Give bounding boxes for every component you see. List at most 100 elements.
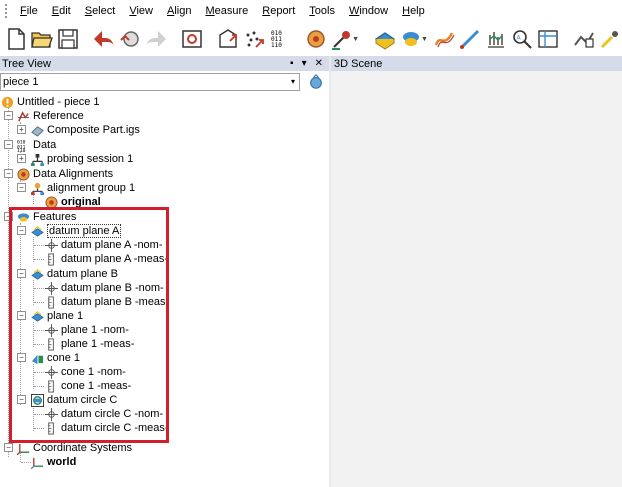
feature-plane-button[interactable]	[373, 25, 397, 53]
tree-reference-label: Reference	[33, 110, 84, 122]
menu-window-mnemonic: W	[348, 5, 360, 17]
menu-edit[interactable]: Edit	[45, 0, 78, 22]
menu-report[interactable]: Report	[255, 0, 302, 22]
probe-button[interactable]	[330, 25, 354, 53]
import-cad-button[interactable]	[216, 25, 240, 53]
menubar-grip	[5, 4, 9, 18]
inspect-button[interactable]: A	[510, 25, 534, 53]
view-probe-button[interactable]	[598, 25, 622, 53]
tree-composite-part[interactable]: Composite Part.igs	[30, 123, 140, 137]
expand-toggle[interactable]: +	[17, 125, 26, 134]
tree-probing-session[interactable]: probing session 1	[30, 152, 133, 166]
menu-view-label: iew	[136, 5, 153, 17]
scene-title: 3D Scene	[334, 57, 383, 70]
screenshot-button[interactable]	[180, 25, 204, 53]
menu-tools[interactable]: Tools	[302, 0, 342, 22]
piece-combobox-value: piece 1	[3, 76, 39, 88]
report-table-button[interactable]	[536, 25, 560, 53]
probing-session-icon	[30, 152, 44, 166]
plane-feature-icon	[374, 32, 396, 50]
collapse-toggle[interactable]: −	[4, 443, 13, 452]
alignment-group-icon	[30, 181, 44, 195]
gauge-button[interactable]	[484, 25, 508, 53]
warning-icon	[0, 95, 14, 109]
tree-view-header: Tree View ▪ ▾ ✕	[0, 56, 329, 71]
features-highlight-box	[9, 207, 169, 443]
probe-icon	[332, 31, 351, 50]
chevron-down-icon[interactable]: ▾	[291, 77, 295, 86]
view-fit-icon	[574, 32, 594, 48]
save-button[interactable]	[56, 25, 80, 53]
menu-window[interactable]: Window	[342, 0, 395, 22]
new-document-button[interactable]	[4, 25, 28, 53]
alignment-button[interactable]	[304, 25, 328, 53]
menu-bar: File Edit Select View Align Measure Repo…	[0, 0, 622, 22]
tree-data-label: Data	[33, 139, 57, 151]
3d-scene-viewport[interactable]	[331, 71, 622, 487]
undo-arrow-icon	[94, 31, 115, 47]
measure-curve-button[interactable]	[432, 25, 456, 53]
gauge-icon	[487, 32, 504, 48]
measure-distance-button[interactable]	[458, 25, 482, 53]
svg-text:110: 110	[17, 148, 26, 152]
reference-icon	[16, 109, 30, 123]
tree-coordinate-systems[interactable]: Coordinate Systems	[16, 441, 132, 455]
tree-data-alignments-label: Data Alignments	[33, 168, 114, 180]
tree-data[interactable]: 010 011 110 Data	[16, 138, 57, 152]
tree-coordinate-systems-label: Coordinate Systems	[33, 442, 133, 454]
feature-set-button[interactable]	[399, 25, 423, 53]
chevron-down-icon[interactable]: ▼	[352, 36, 359, 43]
panel-menu-icon[interactable]: ▾	[302, 58, 307, 69]
tree-world[interactable]: world	[30, 455, 76, 469]
view-fit-button[interactable]	[572, 25, 596, 53]
menu-help[interactable]: Help	[395, 0, 432, 22]
point-cloud-import-icon	[246, 31, 264, 48]
camera-frame-icon	[182, 30, 202, 48]
menu-view[interactable]: View	[122, 0, 160, 22]
floppy-disk-icon	[58, 29, 78, 49]
menu-select[interactable]: Select	[78, 0, 123, 22]
report-table-icon	[538, 30, 558, 48]
collapse-toggle[interactable]: −	[4, 140, 13, 149]
menu-select-mnemonic: S	[84, 5, 93, 17]
tree-root-label: Untitled - piece 1	[17, 96, 100, 108]
alignment-icon	[307, 30, 325, 48]
binary-data-icon: 010011110	[271, 30, 282, 49]
new-document-icon	[8, 28, 25, 50]
tree-reference[interactable]: Reference	[16, 109, 84, 123]
menu-file[interactable]: File	[13, 0, 45, 22]
tree-root[interactable]: Untitled - piece 1	[0, 95, 100, 109]
open-button[interactable]	[30, 25, 54, 53]
chevron-down-icon[interactable]: ▼	[421, 36, 428, 43]
expand-toggle[interactable]: +	[17, 154, 26, 163]
history-button[interactable]	[118, 25, 142, 53]
menu-file-label: ile	[26, 5, 38, 17]
folder-open-icon	[31, 32, 53, 48]
pin-icon[interactable]: ▪	[290, 58, 294, 69]
menu-window-label: indow	[359, 5, 389, 17]
collapse-toggle[interactable]: −	[4, 169, 13, 178]
menu-select-label: elect	[92, 5, 116, 17]
coordinate-system-icon	[16, 441, 30, 455]
cad-part-icon	[30, 123, 44, 137]
menu-edit-mnemonic: E	[51, 5, 60, 17]
binary-data-icon: 010011110	[16, 138, 30, 152]
redo-button[interactable]	[144, 25, 168, 53]
menu-tools-label: ools	[314, 5, 335, 17]
import-binary-button[interactable]: 010 011 110	[268, 25, 292, 53]
tree-data-alignments[interactable]: Data Alignments	[16, 167, 113, 181]
collapse-toggle[interactable]: −	[4, 111, 13, 120]
undo-button[interactable]	[92, 25, 116, 53]
menu-edit-label: dit	[59, 5, 71, 17]
menu-measure[interactable]: Measure	[198, 0, 255, 22]
collapse-toggle[interactable]: −	[17, 183, 26, 192]
piece-combobox[interactable]: piece 1 ▾	[0, 73, 300, 91]
distance-measure-icon	[459, 29, 480, 49]
tree-guide-line	[33, 194, 34, 204]
probe-view-icon	[600, 31, 618, 49]
piece-properties-button[interactable]	[306, 73, 326, 91]
import-points-button[interactable]	[242, 25, 266, 53]
close-icon[interactable]: ✕	[315, 58, 323, 69]
tree-alignment-group[interactable]: alignment group 1	[30, 181, 135, 195]
menu-align[interactable]: Align	[160, 0, 198, 22]
